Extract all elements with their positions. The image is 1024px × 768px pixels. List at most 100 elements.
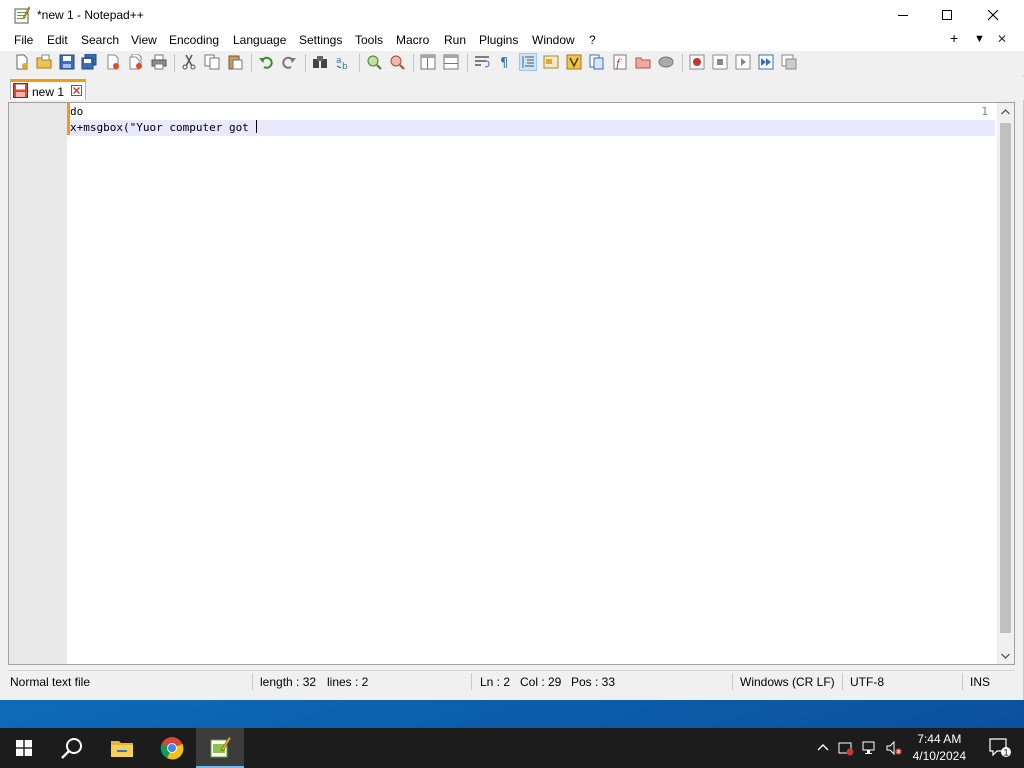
menu-encoding[interactable]: Encoding (169, 33, 219, 47)
tab-bar: new 1 (0, 76, 1024, 100)
menu-macro[interactable]: Macro (396, 33, 429, 47)
zoom-in-icon[interactable] (366, 54, 382, 70)
status-bar: Normal text file length : 32 lines : 2 L… (8, 670, 1015, 692)
chevron-up-icon[interactable] (815, 740, 831, 756)
folder-as-workspace-icon[interactable] (635, 54, 651, 70)
taskbar-search-button[interactable] (48, 728, 96, 768)
code-text: do (70, 105, 84, 118)
run-macro-multiple-icon[interactable] (758, 54, 774, 70)
scroll-down-arrow[interactable] (997, 647, 1014, 664)
svg-text:a: a (336, 56, 342, 66)
menu-language[interactable]: Language (233, 33, 286, 47)
new-tab-plus-icon[interactable]: + (950, 30, 958, 46)
title-bar[interactable]: *new 1 - Notepad++ (0, 0, 1024, 30)
code-line-current[interactable]: x+msgbox("Yuor computer got (70, 120, 995, 136)
security-warning-icon[interactable] (838, 740, 854, 756)
scroll-up-arrow[interactable] (997, 103, 1014, 120)
taskbar-file-explorer[interactable] (98, 728, 146, 768)
tab-list-dropdown-icon[interactable]: ▼ (974, 33, 985, 45)
close-all-icon[interactable] (128, 54, 144, 70)
save-all-icon[interactable] (81, 54, 97, 70)
playback-macro-icon[interactable] (735, 54, 751, 70)
line-number-gutter (9, 103, 67, 664)
maximize-icon (941, 9, 952, 20)
maximize-button[interactable] (924, 0, 970, 30)
record-macro-icon[interactable] (689, 54, 705, 70)
sync-vertical-scroll-icon[interactable] (420, 54, 436, 70)
copy-icon[interactable] (204, 54, 220, 70)
menu-file[interactable]: File (14, 33, 33, 47)
notepadpp-app-icon (14, 6, 30, 24)
indent-guide-icon[interactable] (519, 53, 537, 71)
tab-label: new 1 (32, 85, 65, 99)
show-all-characters-icon[interactable]: ¶ (497, 54, 513, 70)
save-icon[interactable] (59, 54, 75, 70)
paste-icon[interactable] (227, 54, 243, 70)
close-button[interactable] (970, 0, 1016, 30)
menu-window[interactable]: Window (532, 33, 575, 47)
start-button[interactable] (0, 728, 48, 768)
minimize-button[interactable] (880, 0, 926, 30)
length-label: length : 32 (260, 675, 317, 689)
zoom-out-icon[interactable] (389, 54, 405, 70)
document-list-icon[interactable] (589, 54, 605, 70)
menu-run[interactable]: Run (444, 33, 466, 47)
close-file-icon[interactable] (105, 54, 121, 70)
svg-text:b: b (342, 62, 348, 70)
file-type-label: Normal text file (10, 675, 91, 689)
eol-format-label[interactable]: Windows (CR LF) (740, 675, 835, 689)
chevron-up-icon (1001, 108, 1010, 114)
window-title: *new 1 - Notepad++ (37, 8, 144, 22)
clock[interactable]: 7:44 AM 4/10/2024 (913, 731, 966, 765)
replace-icon[interactable]: ab (335, 54, 351, 70)
function-list-icon[interactable]: f (612, 54, 628, 70)
sync-horizontal-scroll-icon[interactable] (443, 54, 459, 70)
document-map-icon[interactable] (566, 54, 582, 70)
user-defined-language-icon[interactable] (543, 54, 559, 70)
lines-count-label: lines : 2 (327, 675, 369, 689)
word-wrap-icon[interactable] (474, 54, 490, 70)
close-doc-icon[interactable]: ✕ (997, 32, 1007, 46)
insert-mode-label[interactable]: INS (970, 675, 990, 689)
close-icon (987, 9, 998, 20)
tab-close-icon[interactable] (71, 85, 82, 96)
save-macro-icon[interactable] (781, 54, 797, 70)
menu-settings[interactable]: Settings (299, 33, 342, 47)
notification-icon: 1 (989, 738, 1011, 758)
open-file-icon[interactable] (36, 54, 52, 70)
search-icon (61, 738, 82, 759)
vertical-scrollbar[interactable] (997, 103, 1014, 664)
taskbar-notepadpp[interactable] (196, 728, 244, 768)
print-icon[interactable] (151, 54, 167, 70)
scrollbar-thumb[interactable] (1000, 123, 1011, 633)
stop-recording-icon[interactable] (712, 54, 728, 70)
clock-time: 7:44 AM (917, 732, 962, 746)
code-line[interactable]: do (70, 104, 995, 120)
find-icon[interactable] (312, 54, 328, 70)
undo-icon[interactable] (258, 54, 274, 70)
chrome-icon (160, 737, 184, 760)
clock-date: 4/10/2024 (912, 749, 966, 763)
toolbar: ab ¶ f (0, 51, 1024, 75)
file-explorer-icon (111, 741, 133, 757)
network-icon[interactable] (862, 740, 878, 756)
encoding-label[interactable]: UTF-8 (850, 675, 884, 689)
redo-icon[interactable] (281, 54, 297, 70)
code-text: x+msgbox("Yuor computer got (70, 121, 256, 134)
char-position-label: Pos : 33 (571, 675, 616, 689)
text-editor[interactable]: 1 2 do x+msgbox("Yuor computer got (8, 102, 1015, 665)
tab-new-1[interactable]: new 1 (10, 79, 86, 100)
volume-muted-icon[interactable] (886, 740, 902, 756)
menu-tools[interactable]: Tools (355, 33, 383, 47)
cut-icon[interactable] (181, 54, 197, 70)
notification-count: 1 (1003, 748, 1008, 758)
monitoring-icon[interactable] (658, 54, 674, 70)
menu-view[interactable]: View (131, 33, 157, 47)
action-center-button[interactable]: 1 (976, 728, 1024, 768)
menu-edit[interactable]: Edit (47, 33, 68, 47)
menu-help[interactable]: ? (589, 33, 596, 47)
new-file-icon[interactable] (14, 54, 30, 70)
menu-search[interactable]: Search (81, 33, 119, 47)
taskbar-chrome[interactable] (148, 728, 196, 768)
menu-plugins[interactable]: Plugins (479, 33, 518, 47)
